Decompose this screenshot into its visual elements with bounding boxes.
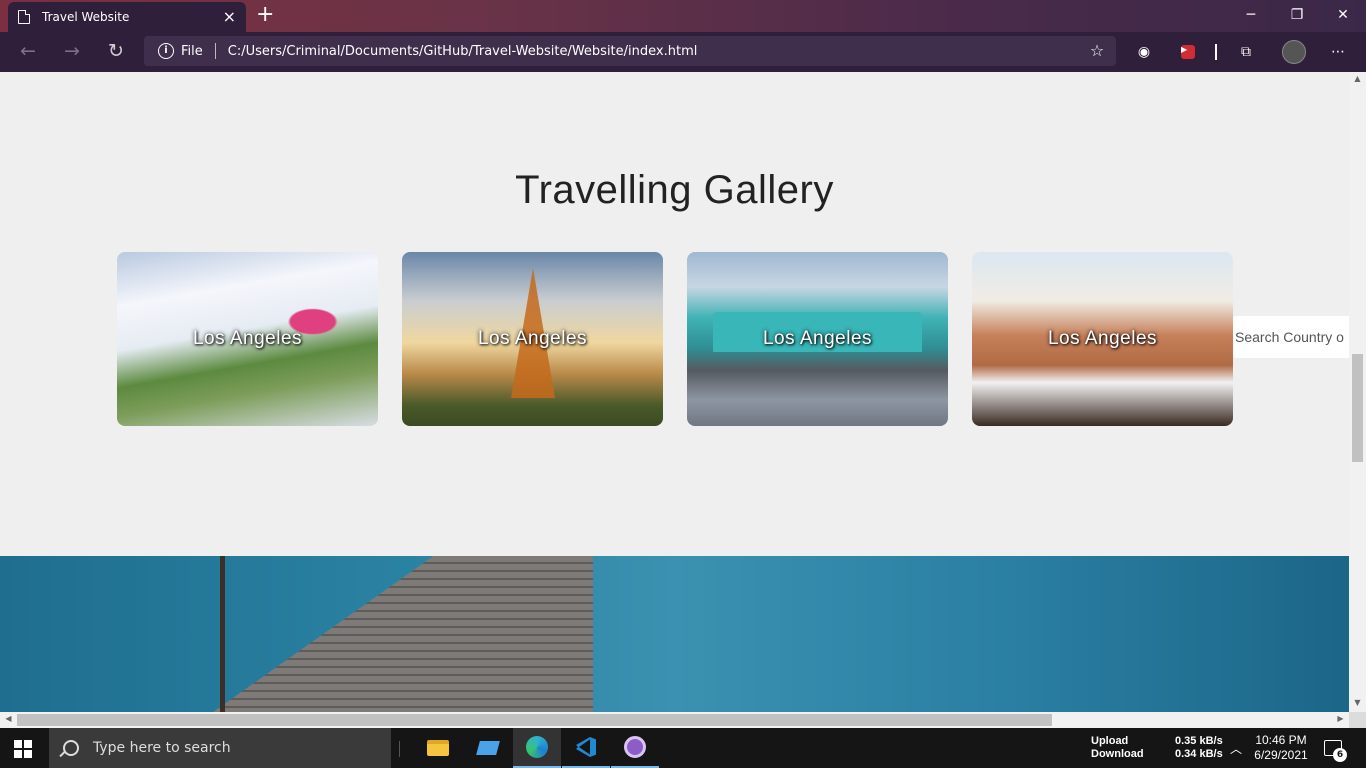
close-window-button[interactable]: ✕	[1320, 0, 1366, 30]
dock-post	[220, 556, 225, 712]
search-country-input[interactable]: Search Country o	[1233, 316, 1349, 358]
browser-toolbar: ← → ↻ i File C:/Users/Criminal/Documents…	[0, 32, 1366, 72]
scroll-left-icon[interactable]: ◀	[0, 714, 17, 723]
browser-titlebar: Travel Website × + ─ ❐ ✕	[0, 0, 1366, 32]
windows-taskbar: Type here to search Upload Download 0.35…	[0, 728, 1366, 768]
scroll-right-icon[interactable]: ▶	[1332, 714, 1349, 723]
refresh-button[interactable]: ↻	[104, 40, 128, 64]
address-bar[interactable]: i File C:/Users/Criminal/Documents/GitHu…	[144, 36, 1116, 66]
clock-date: 6/29/2021	[1254, 748, 1308, 762]
folder-icon	[427, 740, 449, 756]
address-file-label: File	[181, 43, 203, 59]
laptop-icon	[476, 741, 500, 755]
dock-image	[213, 556, 593, 712]
collections-icon[interactable]: ⧉	[1236, 42, 1256, 62]
vscode-icon	[576, 737, 596, 757]
vscode-button[interactable]	[562, 728, 610, 768]
new-tab-button[interactable]: +	[256, 4, 274, 28]
horizontal-scroll-thumb[interactable]	[17, 714, 1052, 726]
browser-tab[interactable]: Travel Website ×	[8, 2, 246, 32]
clock-time: 10:46 PM	[1255, 733, 1307, 747]
address-separator	[214, 43, 216, 59]
laptop-app-button[interactable]	[464, 728, 512, 768]
page-viewport: Travelling Gallery Los Angeles Los Angel…	[0, 72, 1349, 712]
clock[interactable]: 10:46 PM 6/29/2021	[1248, 733, 1314, 763]
more-menu-icon[interactable]: ⋯	[1328, 42, 1348, 62]
upload-value: 0.35 kB/s	[1175, 735, 1223, 747]
card-label: Los Angeles	[1047, 328, 1158, 349]
download-value: 0.34 kB/s	[1175, 748, 1223, 760]
card-label: Los Angeles	[192, 328, 303, 349]
back-button[interactable]: ←	[16, 40, 40, 64]
github-desktop-button[interactable]	[611, 728, 659, 768]
file-explorer-button[interactable]	[414, 728, 462, 768]
forward-button[interactable]: →	[60, 40, 84, 64]
url-text[interactable]: C:/Users/Criminal/Documents/GitHub/Trave…	[228, 44, 1088, 59]
net-labels: Upload Download	[1091, 735, 1144, 761]
upload-label: Upload	[1091, 735, 1129, 747]
lake-dock-banner	[0, 556, 1349, 712]
gallery-card[interactable]: Los Angeles	[972, 252, 1233, 426]
gallery-card[interactable]: Los Angeles	[687, 252, 948, 426]
scrollbar-corner	[1349, 712, 1366, 728]
vertical-scrollbar[interactable]: ▲ ▼	[1349, 72, 1366, 712]
extension-red-icon[interactable]: ▶	[1178, 42, 1198, 62]
start-button[interactable]	[14, 740, 32, 758]
add-favorite-icon[interactable]: ☆	[1088, 42, 1106, 60]
profile-avatar[interactable]	[1282, 40, 1306, 64]
minimize-button[interactable]: ─	[1228, 0, 1274, 30]
taskbar-divider	[399, 741, 400, 757]
gallery-title: Travelling Gallery	[515, 168, 834, 212]
card-label: Los Angeles	[762, 328, 873, 349]
scroll-up-icon[interactable]: ▲	[1349, 74, 1366, 83]
info-icon[interactable]: i	[158, 43, 174, 59]
taskbar-search-placeholder: Type here to search	[93, 740, 231, 756]
search-icon	[63, 740, 79, 756]
tab-title: Travel Website	[42, 10, 130, 24]
document-icon	[18, 10, 30, 24]
extension-icon[interactable]: ◉	[1134, 42, 1154, 62]
taskbar-search[interactable]: Type here to search	[49, 728, 391, 768]
gallery-card[interactable]: Los Angeles	[402, 252, 663, 426]
toolbar-separator	[1215, 44, 1217, 60]
download-label: Download	[1091, 748, 1144, 760]
edge-button[interactable]	[513, 728, 561, 768]
restore-button[interactable]: ❐	[1274, 0, 1320, 30]
horizontal-scrollbar[interactable]: ◀ ▶	[0, 712, 1349, 728]
tray-chevron-up-icon[interactable]: ︿	[1230, 740, 1242, 757]
notification-badge: 6	[1333, 748, 1347, 762]
edge-icon	[526, 736, 548, 758]
gallery-card[interactable]: Los Angeles	[117, 252, 378, 426]
scroll-down-icon[interactable]: ▼	[1349, 698, 1366, 707]
github-icon	[624, 736, 646, 758]
vertical-scroll-thumb[interactable]	[1352, 354, 1363, 462]
net-values: 0.35 kB/s 0.34 kB/s	[1175, 735, 1223, 761]
tab-close-icon[interactable]: ×	[223, 9, 236, 25]
card-label: Los Angeles	[477, 328, 588, 349]
